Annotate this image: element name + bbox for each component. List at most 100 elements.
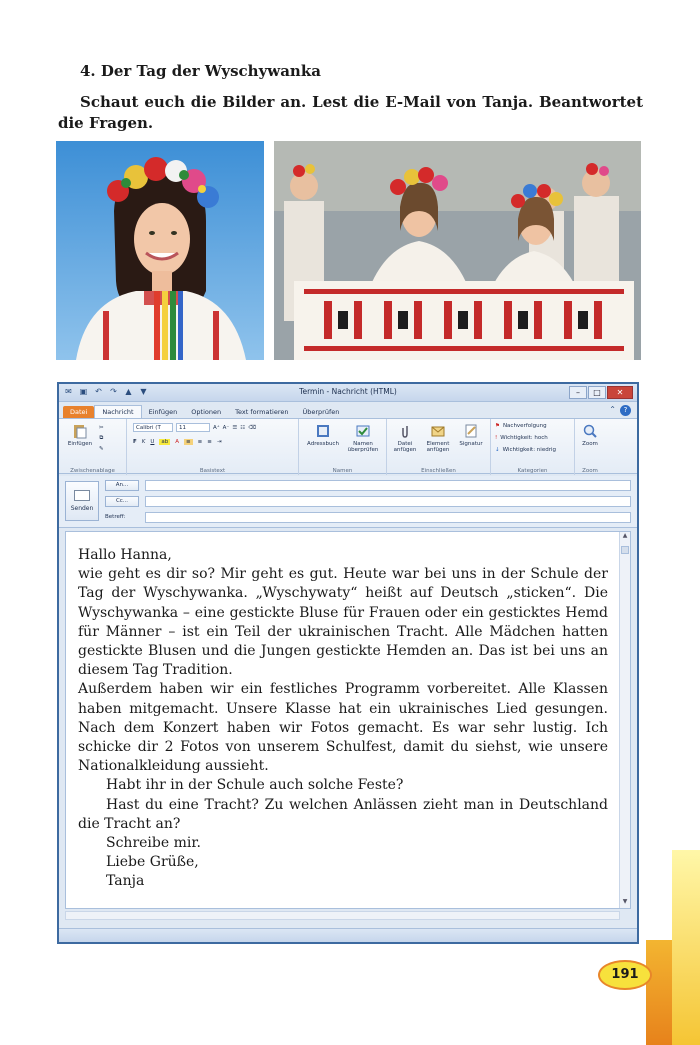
ribbon: Einfügen ✂ ⧉ ✎ Zwischenablage Calibri (T… xyxy=(59,418,637,475)
paste-button[interactable]: Einfügen xyxy=(65,423,95,447)
group-label-include: Einschließen xyxy=(421,468,456,474)
addressbook-icon xyxy=(317,425,329,437)
font-name-select[interactable]: Calibri (T xyxy=(133,423,173,432)
underline-icon[interactable]: U xyxy=(150,439,154,445)
tab-message[interactable]: Nachricht xyxy=(94,405,142,418)
scroll-up-icon[interactable]: ▲ xyxy=(620,532,630,542)
group-label-categories: Kategorien xyxy=(517,468,548,474)
compose-header: Senden An... Cc... Betreff: xyxy=(59,476,637,528)
align-left-icon[interactable]: ≡ xyxy=(184,439,193,445)
tab-review[interactable]: Überprüfen xyxy=(295,406,346,418)
email-window: ✉ ▣ ↶ ↷ ▲ ▼ Termin - Nachricht (HTML) – … xyxy=(57,382,639,944)
subject-field[interactable] xyxy=(145,511,631,523)
flag-icon: ⚑ xyxy=(495,423,500,429)
send-button[interactable]: Senden xyxy=(65,481,99,521)
window-title: Termin - Nachricht (HTML) xyxy=(299,387,397,396)
mail-paragraph-1: wie geht es dir so? Mir geht es gut. Heu… xyxy=(78,566,608,679)
group-label-names: Namen xyxy=(332,468,353,474)
align-center-icon[interactable]: ≡ xyxy=(198,439,203,445)
signature-icon xyxy=(465,424,477,438)
ribbon-tabs: Datei Nachricht Einfügen Optionen Text f… xyxy=(59,402,637,418)
tab-file[interactable]: Datei xyxy=(63,406,95,418)
paperclip-icon xyxy=(402,426,408,438)
highlight-icon[interactable]: ab xyxy=(159,439,171,445)
title-bar: ✉ ▣ ↶ ↷ ▲ ▼ Termin - Nachricht (HTML) – … xyxy=(59,384,637,402)
window-controls: – □ ✕ xyxy=(569,386,633,399)
check-names-icon xyxy=(356,425,370,437)
decorative-stripe xyxy=(672,850,700,1045)
cc-button[interactable]: Cc... xyxy=(105,495,139,507)
group-basic-text: Calibri (T 11 A⁺ A⁻ ☰ ☷ ⌫ F K U ab A ≡ ≡… xyxy=(127,419,299,475)
copy-icon[interactable]: ⧉ xyxy=(99,435,103,442)
help-icon[interactable]: ? xyxy=(620,405,631,416)
cc-field[interactable] xyxy=(145,495,631,507)
horizontal-scrollbar[interactable] xyxy=(65,911,620,920)
bold-icon[interactable]: F xyxy=(133,439,137,445)
mail-paragraph-2: Außerdem haben wir ein festliches Progra… xyxy=(78,681,608,775)
attach-item-button[interactable]: Element anfügen xyxy=(421,423,455,453)
photo-girl-wreath xyxy=(56,141,264,360)
paste-icon xyxy=(74,425,87,439)
maximize-icon[interactable]: □ xyxy=(588,386,606,399)
group-names: Adressbuch Namen überprüfen Namen xyxy=(299,419,387,475)
check-names-button[interactable]: Namen überprüfen xyxy=(343,423,383,453)
bullets-icon[interactable]: ☰ xyxy=(232,425,237,431)
mail-greeting: Hallo Hanna, xyxy=(78,547,172,563)
page-number: 191 xyxy=(598,960,652,990)
group-label-basic-text: Basistext xyxy=(199,468,226,474)
status-bar xyxy=(59,928,637,942)
clear-format-icon[interactable]: ⌫ xyxy=(248,425,256,431)
shrink-font-icon[interactable]: A⁻ xyxy=(223,425,230,431)
group-label-zoom: Zoom xyxy=(582,468,598,474)
photo-girls-group xyxy=(274,141,641,360)
to-field[interactable] xyxy=(145,479,631,491)
mail-question-2: Hast du eine Tracht? Zu welchen Anlässen… xyxy=(78,796,608,832)
decorative-stripe-orange xyxy=(646,940,672,1045)
group-label-clipboard: Zwischenablage xyxy=(70,468,115,474)
group-include: Datei anfügen Element anfügen Signatur E… xyxy=(387,419,491,475)
vertical-scrollbar[interactable]: ▲ ▼ xyxy=(619,532,630,908)
exclamation-icon: ! xyxy=(495,435,498,441)
collapse-ribbon-icon[interactable]: ⌃ xyxy=(609,405,616,416)
mail-question-1: Habt ihr in der Schule auch solche Feste… xyxy=(106,777,404,794)
subject-label: Betreff: xyxy=(105,514,126,520)
align-right-icon[interactable]: ≡ xyxy=(207,439,212,445)
mail-closing-2: Liebe Grüße, xyxy=(106,854,199,871)
followup-button[interactable]: ⚑ Nachverfolgung xyxy=(495,423,547,429)
email-text: Hallo Hanna, wie geht es dir so? Mir geh… xyxy=(78,546,608,892)
down-arrow-blue-icon: ↓ xyxy=(495,447,500,453)
font-size-select[interactable]: 11 xyxy=(176,423,210,432)
signature-button[interactable]: Signatur xyxy=(455,423,487,447)
format-painter-icon[interactable]: ✎ xyxy=(99,446,104,452)
to-button[interactable]: An... xyxy=(105,479,139,491)
scroll-down-icon[interactable]: ▼ xyxy=(620,898,630,908)
envelope-icon xyxy=(431,426,445,437)
group-categories: ⚑ Nachverfolgung ! Wichtigkeit: hoch ↓ W… xyxy=(491,419,575,475)
tab-options[interactable]: Optionen xyxy=(184,406,228,418)
tab-insert[interactable]: Einfügen xyxy=(142,406,185,418)
zoom-button[interactable]: Zoom xyxy=(577,423,603,447)
tab-format-text[interactable]: Text formatieren xyxy=(228,406,295,418)
task-instruction: Schaut euch die Bilder an. Lest die E-Ma… xyxy=(58,93,643,132)
addressbook-button[interactable]: Adressbuch xyxy=(303,423,343,447)
scroll-thumb[interactable] xyxy=(621,546,629,554)
grow-font-icon[interactable]: A⁺ xyxy=(213,425,220,431)
importance-low-button[interactable]: ↓ Wichtigkeit: niedrig xyxy=(495,447,556,453)
font-color-icon[interactable]: A xyxy=(175,439,179,445)
magnifier-icon xyxy=(583,424,597,438)
mail-closing-1: Schreibe mir. xyxy=(106,835,201,852)
minimize-icon[interactable]: – xyxy=(569,386,587,399)
section-heading: 4. Der Tag der Wyschywanka xyxy=(80,62,321,80)
group-clipboard: Einfügen ✂ ⧉ ✎ Zwischenablage xyxy=(59,419,127,475)
italic-icon[interactable]: K xyxy=(142,439,146,445)
numbering-icon[interactable]: ☷ xyxy=(240,425,245,431)
group-zoom: Zoom Zoom xyxy=(575,419,605,475)
close-icon[interactable]: ✕ xyxy=(607,386,633,399)
cut-icon[interactable]: ✂ xyxy=(99,425,104,431)
importance-high-button[interactable]: ! Wichtigkeit: hoch xyxy=(495,435,548,441)
mail-signature: Tanja xyxy=(106,873,145,890)
message-body[interactable]: Hallo Hanna, wie geht es dir so? Mir geh… xyxy=(65,531,631,909)
indent-icon[interactable]: ⇥ xyxy=(217,439,222,445)
attach-file-button[interactable]: Datei anfügen xyxy=(389,423,421,453)
send-icon xyxy=(74,490,90,501)
